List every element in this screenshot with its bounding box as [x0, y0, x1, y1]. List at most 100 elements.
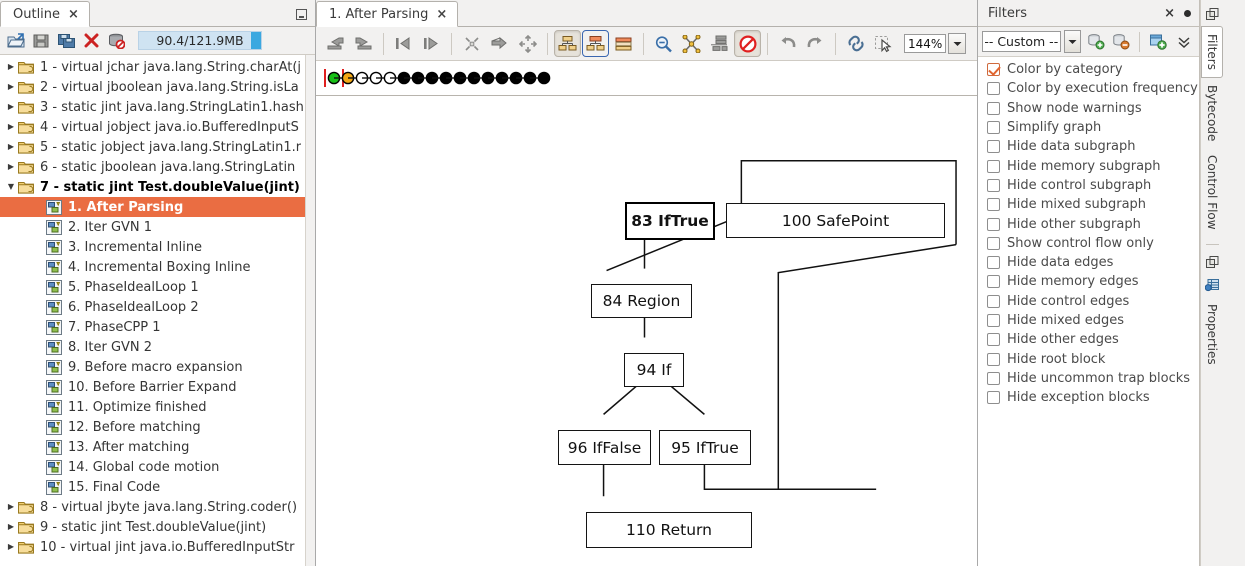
add-filter-icon[interactable]: [1084, 30, 1106, 54]
checkbox-icon[interactable]: [987, 101, 1000, 115]
clean-layout-icon[interactable]: [678, 30, 705, 57]
chevron-right-icon[interactable]: ▶: [4, 163, 18, 171]
filter-row[interactable]: Hide data subgraph: [978, 137, 1199, 156]
outline-row[interactable]: 15. Final Code: [0, 477, 315, 497]
graph-node-94[interactable]: 94 If: [624, 353, 684, 387]
close-icon[interactable]: ×: [436, 8, 447, 21]
remove-filter-icon[interactable]: [1110, 30, 1132, 54]
open-folder-icon[interactable]: [5, 30, 27, 52]
filter-row[interactable]: Hide control subgraph: [978, 176, 1199, 195]
filter-row[interactable]: Hide mixed subgraph: [978, 195, 1199, 214]
tab-after-parsing[interactable]: 1. After Parsing ×: [316, 1, 459, 27]
outline-scrollbar[interactable]: [305, 55, 315, 566]
side-tab-properties[interactable]: Properties: [1202, 297, 1222, 372]
filter-row[interactable]: Hide root block: [978, 349, 1199, 368]
window-group-icon[interactable]: [1205, 8, 1219, 24]
first-graph-icon[interactable]: [390, 30, 417, 57]
outline-row[interactable]: ▼ 7 - static jint Test.doubleValue(jint): [0, 177, 315, 197]
new-filter-icon[interactable]: [1147, 30, 1169, 54]
outline-row[interactable]: 13. After matching: [0, 437, 315, 457]
zoom-input[interactable]: 144%: [904, 34, 946, 53]
memory-usage-bar[interactable]: 90.4/121.9MB: [138, 31, 262, 50]
chevron-right-icon[interactable]: ▶: [4, 543, 18, 551]
next-graph-icon[interactable]: [350, 30, 377, 57]
checkbox-icon[interactable]: [987, 391, 1000, 405]
filter-row[interactable]: Hide control edges: [978, 292, 1199, 311]
chevron-down-icon[interactable]: [948, 33, 966, 54]
filter-row[interactable]: Hide data edges: [978, 253, 1199, 272]
checkbox-icon[interactable]: [987, 178, 1000, 192]
remove-all-icon[interactable]: [105, 30, 127, 52]
chevron-down-icon[interactable]: ▼: [4, 183, 18, 191]
window-group-icon[interactable]: [1205, 255, 1219, 272]
close-icon[interactable]: ×: [68, 8, 79, 21]
outline-row[interactable]: 2. Iter GVN 1: [0, 217, 315, 237]
stable-layout-icon[interactable]: [706, 30, 733, 57]
save-all-icon[interactable]: [55, 30, 77, 52]
graph-node-110[interactable]: 110 Return: [586, 512, 752, 548]
show-control-flow-icon[interactable]: [582, 30, 609, 57]
filter-row[interactable]: Hide memory edges: [978, 272, 1199, 291]
checkbox-icon[interactable]: [987, 314, 1000, 327]
filters-list[interactable]: Color by category Color by execution freq…: [978, 57, 1199, 566]
outline-row[interactable]: ▶ 6 - static jboolean java.lang.StringLat…: [0, 157, 315, 177]
outline-row[interactable]: ▶ 10 - virtual jint java.io.BufferedInput…: [0, 537, 315, 557]
outline-row[interactable]: ▶ 4 - virtual jobject java.io.BufferedInp…: [0, 117, 315, 137]
selection-mode-icon[interactable]: [870, 30, 897, 57]
filter-row[interactable]: Color by category: [978, 60, 1199, 79]
outline-row[interactable]: 5. PhaseIdealLoop 1: [0, 277, 315, 297]
checkbox-icon[interactable]: [987, 217, 1000, 231]
expand-diff-icon[interactable]: [486, 30, 513, 57]
checkbox-icon[interactable]: [987, 121, 1000, 135]
outline-row[interactable]: 7. PhaseCPP 1: [0, 317, 315, 337]
zoom-out-icon[interactable]: [650, 30, 677, 57]
graph-position-dot[interactable]: [537, 71, 551, 85]
filter-row[interactable]: Hide memory subgraph: [978, 156, 1199, 175]
graph-node-96[interactable]: 96 IfFalse: [558, 430, 651, 465]
outline-row[interactable]: 3. Incremental Inline: [0, 237, 315, 257]
checkbox-icon[interactable]: [987, 63, 1000, 77]
outline-row-selected[interactable]: 1. After Parsing: [0, 197, 315, 217]
redo-icon[interactable]: [802, 30, 829, 57]
checkbox-icon[interactable]: [987, 352, 1000, 366]
checkbox-icon[interactable]: [987, 159, 1000, 173]
checkbox-icon[interactable]: [987, 82, 1000, 96]
outline-row[interactable]: 14. Global code motion: [0, 457, 315, 477]
extend-selection-icon[interactable]: [514, 30, 541, 57]
outline-row[interactable]: 4. Incremental Boxing Inline: [0, 257, 315, 277]
side-tab-filters[interactable]: Filters: [1201, 26, 1223, 78]
graph-position-strip[interactable]: [316, 61, 977, 96]
checkbox-icon[interactable]: [987, 371, 1000, 385]
filter-row[interactable]: Hide exception blocks: [978, 388, 1199, 407]
outline-row[interactable]: 9. Before macro expansion: [0, 357, 315, 377]
graph-position-markers[interactable]: [322, 67, 572, 89]
outline-row[interactable]: 12. Before matching: [0, 417, 315, 437]
filter-row[interactable]: Simplify graph: [978, 118, 1199, 137]
chevron-right-icon[interactable]: ▶: [4, 83, 18, 91]
chevron-right-icon[interactable]: ▶: [4, 103, 18, 111]
outline-row[interactable]: ▶ 1 - virtual jchar java.lang.String.char…: [0, 57, 315, 77]
side-tab-bytecode[interactable]: Bytecode: [1202, 78, 1222, 148]
graph-node-100[interactable]: 100 SafePoint: [726, 203, 945, 238]
properties-icon[interactable]: [1204, 278, 1219, 295]
checkbox-icon[interactable]: [987, 198, 1000, 212]
outline-row[interactable]: ▶ 5 - static jobject java.lang.StringLati…: [0, 137, 315, 157]
undo-icon[interactable]: [774, 30, 801, 57]
checkbox-icon[interactable]: [987, 236, 1000, 250]
reduce-diff-icon[interactable]: [458, 30, 485, 57]
outline-tree[interactable]: ▶ 1 - virtual jchar java.lang.String.char…: [0, 55, 315, 566]
outline-row[interactable]: ▶ 3 - static jint java.lang.StringLatin1.…: [0, 97, 315, 117]
graph-node-95[interactable]: 95 IfTrue: [659, 430, 751, 465]
chevron-right-icon[interactable]: ▶: [4, 503, 18, 511]
pin-icon[interactable]: [1184, 9, 1191, 17]
checkbox-icon[interactable]: [987, 275, 1000, 289]
show-all-nodes-icon[interactable]: [554, 30, 581, 57]
chevron-right-icon[interactable]: ▶: [4, 143, 18, 151]
chevron-right-icon[interactable]: ▶: [4, 123, 18, 131]
tab-outline[interactable]: Outline ×: [0, 1, 90, 27]
show-sea-of-nodes-icon[interactable]: [610, 30, 637, 57]
outline-row[interactable]: ▶ 2 - virtual jboolean java.lang.String.i…: [0, 77, 315, 97]
filter-row[interactable]: Hide mixed edges: [978, 311, 1199, 330]
save-icon[interactable]: [30, 30, 52, 52]
filter-row[interactable]: Hide other edges: [978, 330, 1199, 349]
